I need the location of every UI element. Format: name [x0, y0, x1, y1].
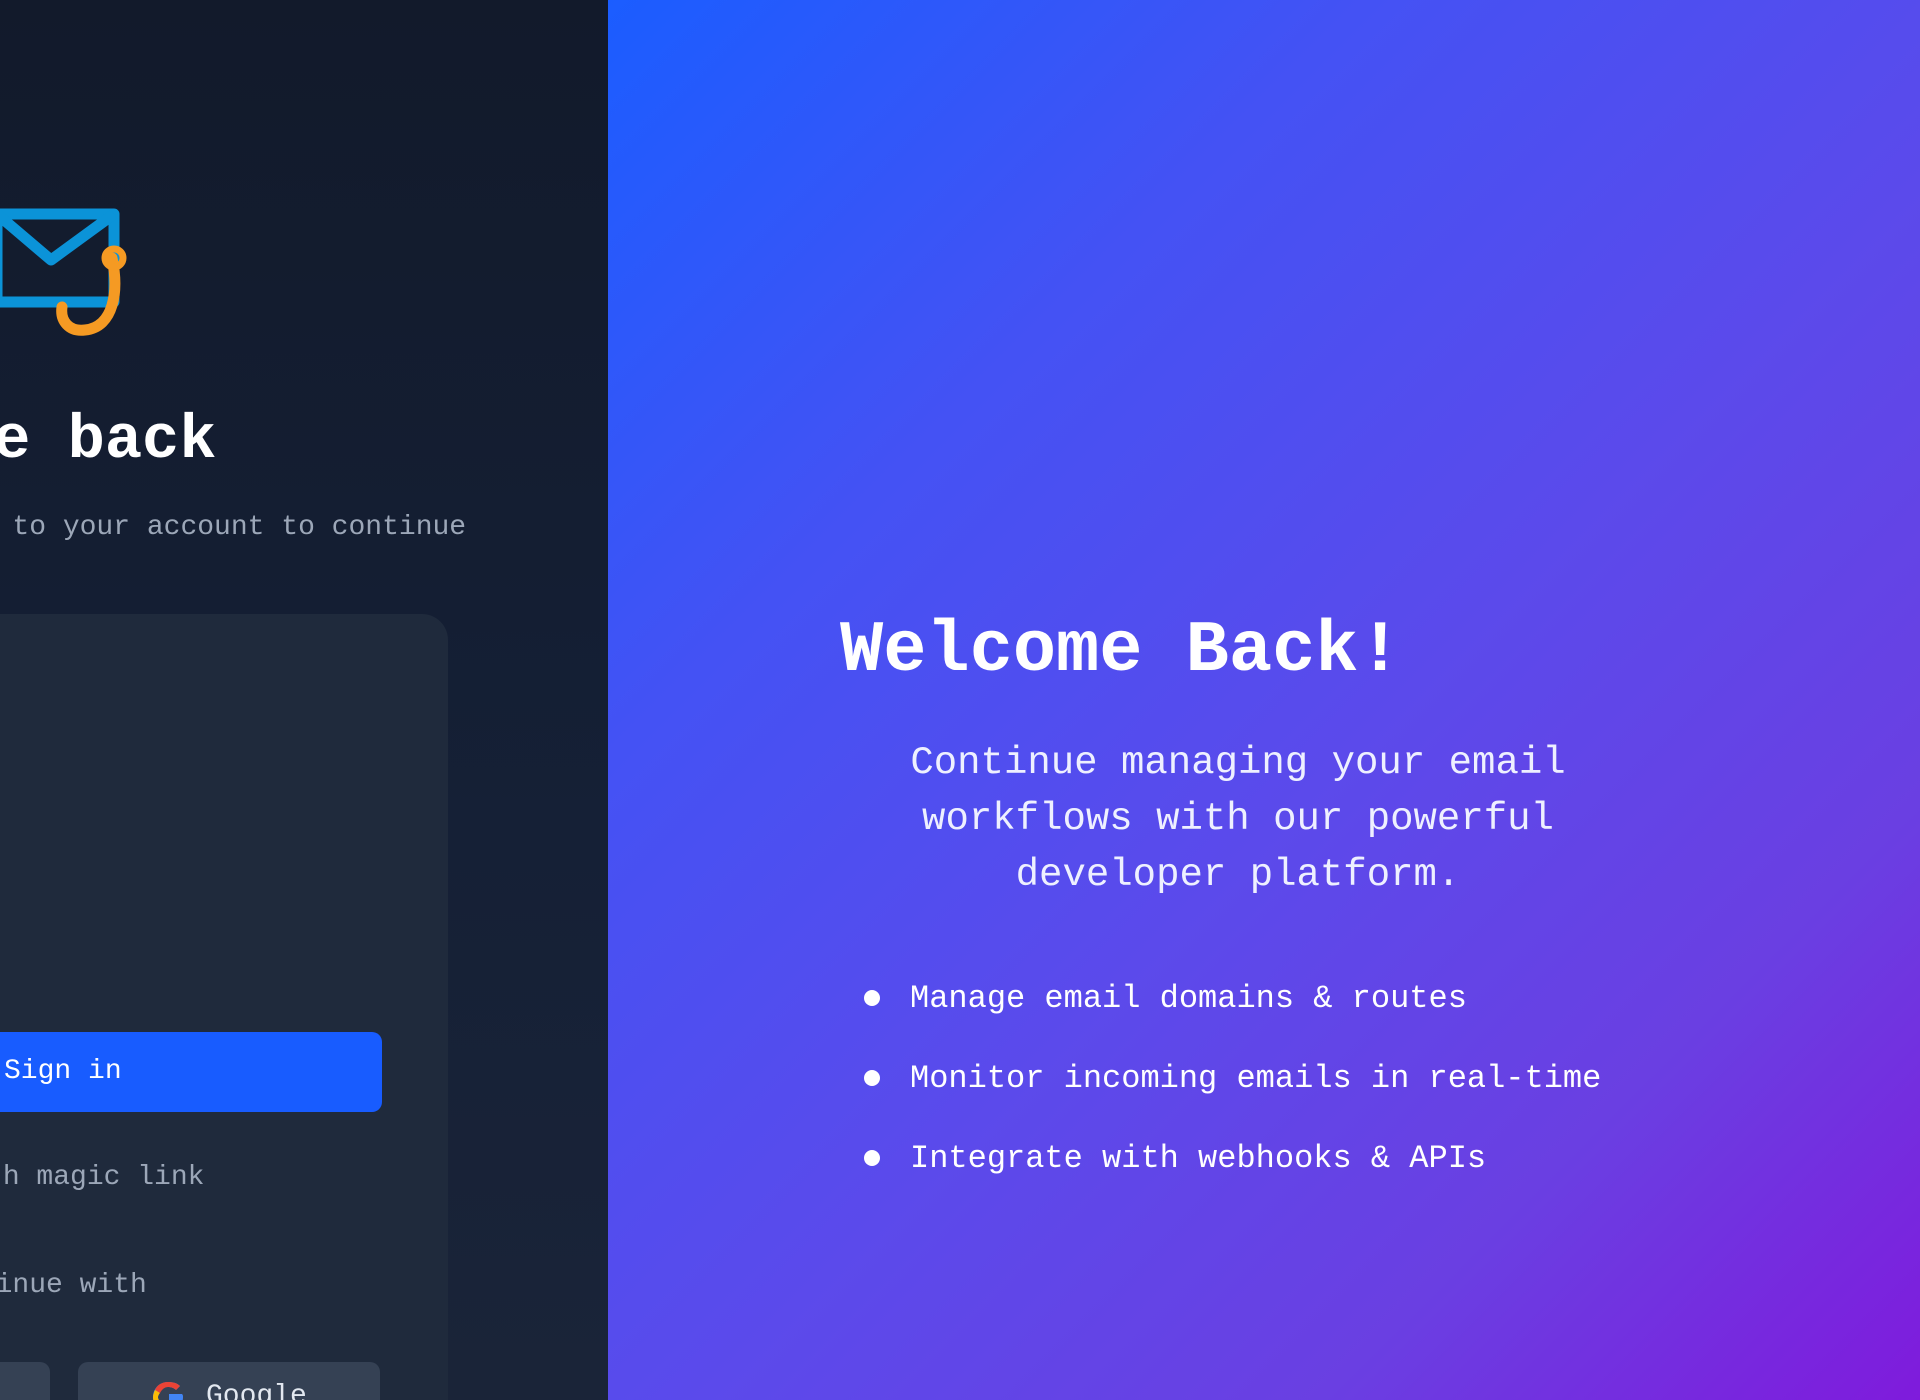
- feature-item: Manage email domains & routes: [864, 976, 1601, 1056]
- feature-item: Monitor incoming emails in real-time: [864, 1056, 1601, 1136]
- page-subtitle: Sign in to your account to continue: [0, 512, 467, 543]
- feature-item: Integrate with webhooks & APIs: [864, 1136, 1601, 1216]
- login-page: Welcome back Sign in to your account to …: [0, 0, 1920, 1400]
- bullet-icon: [864, 1070, 880, 1086]
- google-login-button[interactable]: Google: [78, 1362, 380, 1400]
- bullet-icon: [864, 1150, 880, 1166]
- envelope-hook-icon: [0, 208, 127, 336]
- sign-in-button[interactable]: Sign in: [0, 1032, 382, 1112]
- hero-title: Welcome Back!: [840, 610, 1402, 692]
- hero-description: Continue managing your email workflows w…: [910, 741, 1566, 897]
- feature-label: Monitor incoming emails in real-time: [910, 1060, 1602, 1097]
- social-login-button[interactable]: [0, 1362, 50, 1400]
- magic-link-button[interactable]: Sign in with magic link: [0, 1162, 318, 1193]
- login-panel: Welcome back Sign in to your account to …: [0, 0, 608, 1400]
- bullet-icon: [864, 990, 880, 1006]
- page-title: Welcome back: [0, 405, 217, 476]
- feature-label: Manage email domains & routes: [910, 980, 1467, 1017]
- feature-list: Manage email domains & routes Monitor in…: [864, 976, 1601, 1216]
- continue-with-label: Or continue with: [0, 1270, 147, 1301]
- google-button-label: Google: [206, 1381, 307, 1400]
- feature-label: Integrate with webhooks & APIs: [910, 1140, 1487, 1177]
- google-icon: [153, 1382, 183, 1400]
- hero-panel: Welcome Back! Continue managing your ema…: [608, 0, 1920, 1400]
